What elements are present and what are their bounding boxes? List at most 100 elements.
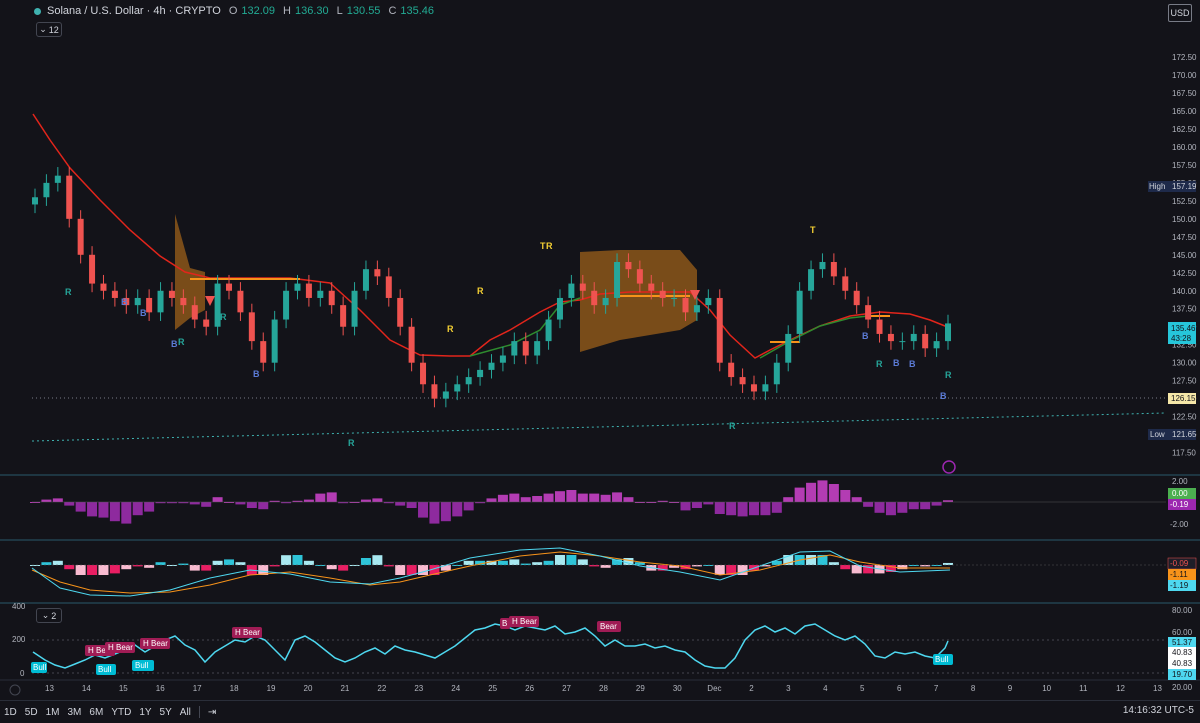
timeframe-all[interactable]: All (176, 707, 195, 718)
candle-body (431, 384, 438, 399)
sma-line[interactable] (32, 113, 951, 359)
pane2-tick: -2.00 (1170, 520, 1189, 529)
price-tick: 157.50 (1172, 161, 1197, 170)
pane4-right-tick: 40.83 (1172, 648, 1193, 657)
timeframe-ytd[interactable]: YTD (107, 707, 135, 718)
sma-up-segment[interactable] (759, 315, 869, 359)
candle-body (853, 290, 860, 306)
timeframe-6m[interactable]: 6M (85, 707, 107, 718)
time-label: 30 (673, 684, 682, 693)
oscillator-bar (292, 555, 303, 565)
macd-bar (600, 494, 611, 502)
time-label: 12 (1116, 684, 1125, 693)
volatility-zone (175, 214, 205, 330)
macd-bar (920, 502, 931, 510)
oscillator-bar (418, 565, 429, 575)
timeframe-1d[interactable]: 1D (0, 707, 21, 718)
pane3-value: -1.11 (1170, 570, 1188, 579)
candle-body (89, 254, 96, 284)
macd-bar (931, 502, 942, 506)
oscillator-bar (326, 565, 337, 570)
price-tick: 170.00 (1172, 71, 1197, 80)
sell-signal-icon[interactable] (205, 296, 215, 306)
macd-bar (817, 480, 828, 502)
candle-body (808, 269, 815, 291)
candle-body (830, 261, 837, 277)
candle-body (385, 276, 392, 298)
macd-bar (64, 502, 75, 506)
signal-label: B (121, 297, 128, 307)
clock[interactable]: 14:16:32 UTC-5 (1123, 705, 1194, 716)
oscillator-bar (41, 562, 52, 565)
candle-body (191, 305, 198, 320)
pane4-left-tick: 200 (12, 635, 26, 644)
macd-bar (543, 493, 554, 502)
time-label: 22 (377, 684, 386, 693)
chart-canvas[interactable]: R B B R B R B R R T R R T R B R B B R B … (0, 0, 1200, 700)
signal-label: R (477, 286, 484, 296)
oscillator-bar (64, 565, 75, 570)
candle-body (32, 197, 38, 205)
candle-body (294, 283, 301, 291)
candle-body (545, 319, 552, 342)
pane3-value: -1.19 (1170, 581, 1189, 590)
timeframe-5y[interactable]: 5Y (156, 707, 176, 718)
macd-bar (691, 502, 702, 508)
oscillator-bar (212, 560, 223, 565)
candle-body (945, 323, 951, 342)
oscillator-bar (338, 565, 349, 571)
date-range-icon[interactable]: ⇥ (204, 707, 220, 718)
price-tick: 167.50 (1172, 89, 1197, 98)
macd-bar (144, 502, 155, 512)
candle-body (77, 218, 84, 255)
candle-body (340, 305, 347, 327)
candle-body (865, 305, 872, 320)
trendline[interactable] (31, 412, 1167, 442)
rsi-signal-label: Bear (600, 622, 617, 631)
pane4-right-tick: 80.00 (1172, 606, 1193, 615)
macd-bar (87, 502, 98, 517)
candle-body (442, 391, 449, 399)
macd-bar (395, 502, 406, 506)
timeframe-5d[interactable]: 5D (21, 707, 42, 718)
macd-bar (851, 497, 862, 502)
candle-body (716, 297, 723, 363)
macd-bar (497, 494, 508, 502)
time-label: 14 (82, 684, 91, 693)
price-tick: 137.50 (1172, 305, 1197, 314)
divider (198, 706, 200, 718)
candle-body (54, 175, 61, 183)
timeframe-1y[interactable]: 1Y (135, 707, 155, 718)
candle-body (922, 333, 929, 349)
time-axis[interactable]: 13 14 15 16 17 18 19 20 21 22 23 24 25 26 27 28 29 30 Dec 2… (45, 684, 1162, 693)
oscillator-bar (509, 559, 520, 565)
candle-body (933, 341, 940, 349)
signal-label: R (729, 421, 736, 431)
macd-bar (623, 497, 634, 502)
macd-bar (98, 502, 109, 518)
time-label: 27 (562, 684, 571, 693)
timeframe-3m[interactable]: 3M (64, 707, 86, 718)
signal-label: T (810, 225, 816, 235)
candles[interactable] (32, 167, 951, 408)
oscillator-bar (178, 563, 189, 565)
signal-label: R (220, 312, 227, 322)
macd-bar (315, 493, 326, 502)
low-value: 121.65 (1172, 430, 1197, 439)
settings-icon[interactable] (9, 684, 21, 696)
candle-body (693, 305, 700, 313)
signal-label: R (546, 241, 553, 251)
replay-icon[interactable] (942, 460, 956, 474)
macd-bar (726, 502, 737, 516)
macd-bar (794, 487, 805, 502)
time-label: 6 (897, 684, 902, 693)
timeframe-1m[interactable]: 1M (42, 707, 64, 718)
line-price: 126.15 (1171, 394, 1196, 403)
candle-body (534, 341, 541, 356)
time-label: 15 (119, 684, 128, 693)
pane4-right-tick: 60.00 (1172, 628, 1193, 637)
candle-body (785, 333, 792, 363)
rsi-signal-label: B (502, 619, 507, 628)
oscillator-bar (349, 565, 360, 566)
candle-body (842, 276, 849, 291)
